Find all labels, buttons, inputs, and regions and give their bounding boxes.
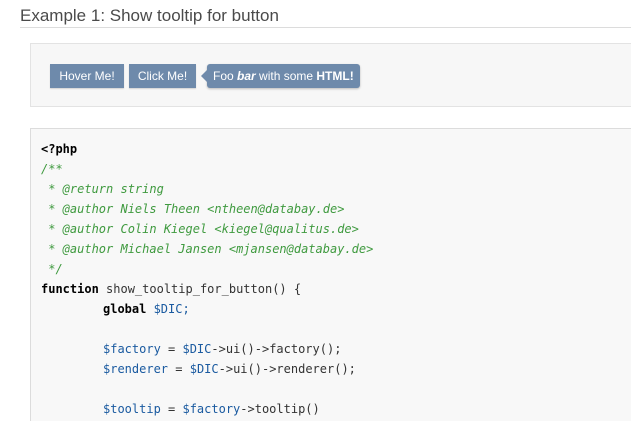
code-token: = <box>160 402 183 416</box>
tooltip-text-em: bar <box>237 69 256 83</box>
code-line: global $DIC; <box>103 299 190 319</box>
code-line: function show_tooltip_for_button() { <box>41 279 301 299</box>
code-token: /** <box>41 162 63 176</box>
title-divider <box>20 27 631 28</box>
click-me-button[interactable]: Click Me! <box>129 64 196 88</box>
code-token: $DIC; <box>146 302 190 316</box>
code-token: function <box>41 282 99 296</box>
code-token: * @author Niels Theen <ntheen@databay.de… <box>41 202 345 216</box>
code-line: $renderer = $DIC->ui()->renderer(); <box>103 359 356 379</box>
tooltip-arrow <box>201 70 207 82</box>
tooltip-text-prefix: Foo <box>213 69 238 83</box>
code-line: $factory = $DIC->ui()->factory(); <box>103 339 341 359</box>
code-token: $DIC <box>182 342 212 356</box>
page-title: Example 1: Show tooltip for button <box>20 6 279 25</box>
code-line: /** <box>41 159 63 179</box>
code-token: = <box>160 342 183 356</box>
code-token: ->tooltip() <box>240 402 320 416</box>
tooltip-text-middle: with some <box>255 69 317 83</box>
tooltip-text-strong: HTML! <box>316 69 354 83</box>
code-token: */ <box>41 262 63 276</box>
code-line: * @author Niels Theen <ntheen@databay.de… <box>41 199 344 219</box>
code-token: $factory <box>103 342 161 356</box>
demo-panel: Hover Me! Click Me! Foo bar with some HT… <box>30 43 631 107</box>
code-token: show_tooltip_for_button() { <box>98 282 302 296</box>
code-token: * @author Colin Kiegel <kiegel@qualitus.… <box>41 222 359 236</box>
code-token: = <box>168 362 190 376</box>
code-token: global <box>103 302 147 316</box>
code-line: $tooltip = $factory->tooltip() <box>103 399 320 419</box>
code-block: <?php /** * @return string * @author Nie… <box>30 128 631 421</box>
code-token: ->ui()->renderer(); <box>218 362 356 376</box>
code-line: * @author Colin Kiegel <kiegel@qualitus.… <box>41 219 359 239</box>
hover-me-button[interactable]: Hover Me! <box>50 64 124 88</box>
code-token: $DIC <box>189 362 219 376</box>
code-line: <?php <box>41 139 77 159</box>
code-token: $tooltip <box>103 402 161 416</box>
code-token: <?php <box>41 142 78 156</box>
code-line: */ <box>41 259 63 279</box>
code-line: * @return string <box>41 179 164 199</box>
code-token: * @return string <box>41 182 164 196</box>
code-line: * @author Michael Jansen <mjansen@databa… <box>41 239 373 259</box>
code-token: $factory <box>182 402 241 416</box>
tooltip: Foo bar with some HTML! <box>201 64 360 88</box>
code-token: * @author Michael Jansen <mjansen@databa… <box>41 242 374 256</box>
code-token: $renderer <box>103 362 169 376</box>
code-token: ->ui()->factory(); <box>211 342 342 356</box>
